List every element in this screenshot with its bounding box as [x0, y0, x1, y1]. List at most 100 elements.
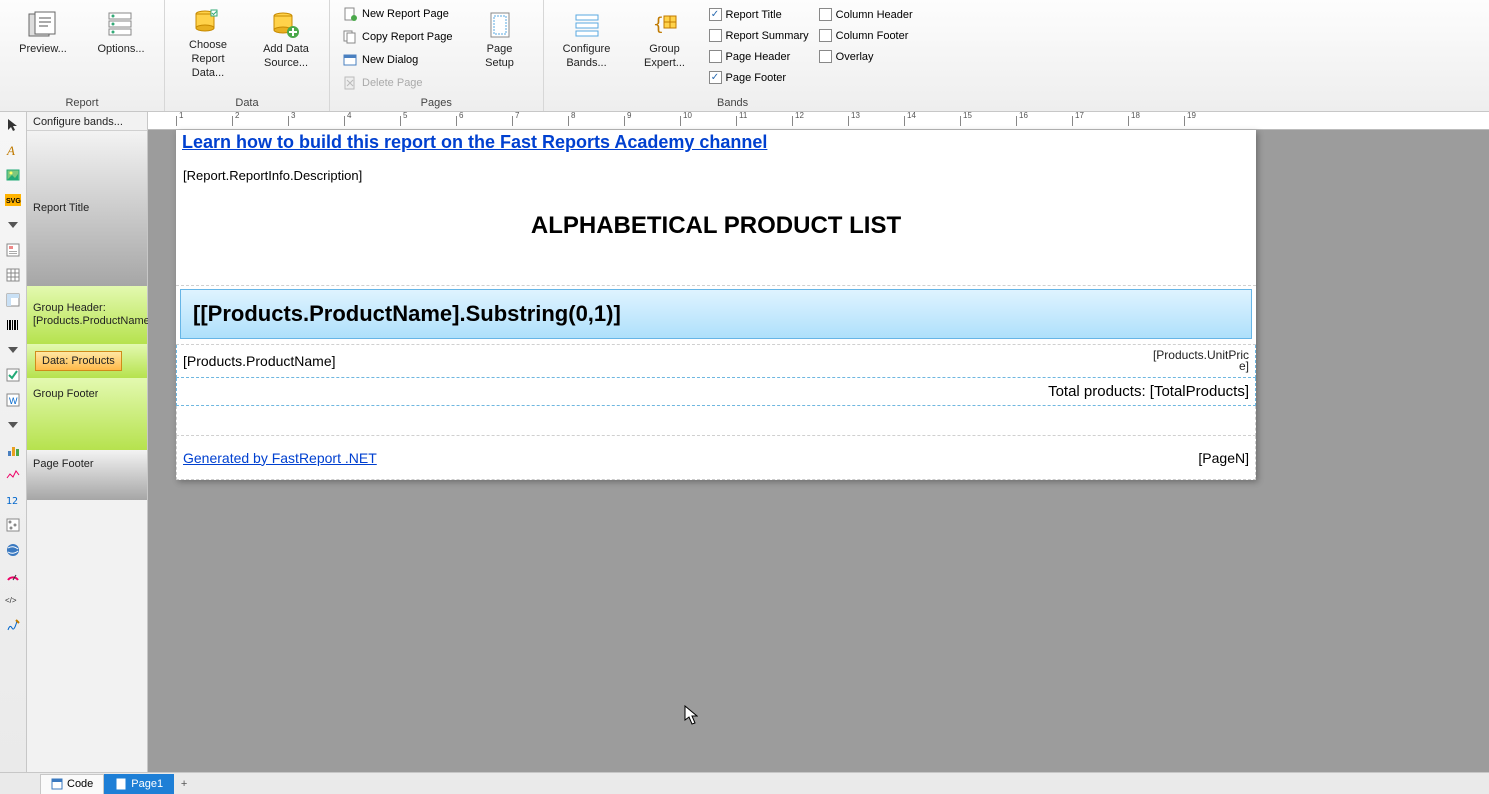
- dropdown-caret-icon[interactable]: [3, 340, 23, 360]
- choose-report-data-button[interactable]: Choose Report Data...: [171, 3, 245, 81]
- matrix-tool[interactable]: [3, 290, 23, 310]
- signature-tool[interactable]: [3, 615, 23, 635]
- tab-page1[interactable]: Page1: [104, 774, 174, 794]
- band-group-header[interactable]: Group Header: [Products.ProductName: [27, 286, 147, 344]
- heading-textbox[interactable]: ALPHABETICAL PRODUCT LIST: [182, 212, 1250, 240]
- picture-tool[interactable]: [3, 165, 23, 185]
- svg-text:12: 12: [6, 496, 18, 506]
- check-page-header[interactable]: Page Header: [706, 47, 812, 66]
- check-overlay[interactable]: Overlay: [816, 47, 916, 66]
- checkbox-tool[interactable]: [3, 365, 23, 385]
- database-icon: [191, 8, 225, 38]
- gauge-tool[interactable]: [3, 565, 23, 585]
- add-data-source-button[interactable]: Add Data Source...: [249, 3, 323, 81]
- new-report-page-label: New Report Page: [362, 8, 449, 20]
- svg-text:A: A: [6, 143, 15, 157]
- group-expert-icon: {: [648, 8, 682, 42]
- ribbon-group-pages: New Report Page Copy Report Page New Dia…: [330, 0, 544, 111]
- academy-link[interactable]: Learn how to build this report on the Fa…: [182, 132, 767, 152]
- new-dialog-label: New Dialog: [362, 54, 418, 66]
- svg-tool[interactable]: SVG: [3, 190, 23, 210]
- page-tab-icon: [115, 778, 127, 790]
- cellular-tool[interactable]: [3, 515, 23, 535]
- band-report-title[interactable]: Report Title: [27, 131, 147, 286]
- dropdown-caret-icon[interactable]: [3, 215, 23, 235]
- description-textbox[interactable]: [Report.ReportInfo.Description]: [182, 167, 1250, 184]
- new-report-page-button[interactable]: New Report Page: [336, 3, 459, 25]
- band-page-footer[interactable]: Page Footer: [27, 450, 147, 500]
- segment-data[interactable]: [Products.ProductName] [Products.UnitPri…: [176, 345, 1256, 378]
- check-report-summary[interactable]: Report Summary: [706, 26, 812, 45]
- design-surface[interactable]: ◂▸ 12345678910111213141516171819 Learn h…: [148, 112, 1489, 772]
- preview-button[interactable]: Preview...: [6, 3, 80, 81]
- map-tool[interactable]: [3, 540, 23, 560]
- pointer-tool[interactable]: [3, 115, 23, 135]
- delete-page-label: Delete Page: [362, 77, 423, 89]
- copy-report-page-button[interactable]: Copy Report Page: [336, 26, 459, 48]
- band-data-row[interactable]: Data: Products: [27, 344, 147, 378]
- report-page[interactable]: Learn how to build this report on the Fa…: [176, 130, 1256, 480]
- delete-page-button: Delete Page: [336, 72, 459, 94]
- options-button[interactable]: Options...: [84, 3, 158, 81]
- bands-check-col-2: Column Header Column Footer Overlay: [816, 3, 916, 66]
- check-column-header[interactable]: Column Header: [816, 5, 916, 24]
- checkbox-icon: [709, 8, 722, 21]
- text-tool[interactable]: A: [3, 140, 23, 160]
- richtext-tool[interactable]: W: [3, 390, 23, 410]
- bands-check-col-1: Report Title Report Summary Page Header …: [706, 3, 812, 87]
- code-tab-icon: [51, 778, 63, 790]
- segment-group-footer[interactable]: Total products: [TotalProducts]: [176, 378, 1256, 406]
- zipcode-tool[interactable]: 12: [3, 490, 23, 510]
- new-page-icon: [342, 6, 358, 22]
- add-page-tab[interactable]: +: [174, 778, 194, 790]
- options-icon: [104, 8, 138, 42]
- bands-panel: Configure bands... Report Title Group He…: [27, 112, 148, 772]
- group-header-textbox[interactable]: [[Products.ProductName].Substring(0,1)]: [180, 289, 1252, 339]
- segment-page-footer[interactable]: Generated by FastReport .NET [PageN]: [176, 436, 1256, 480]
- ruler-horizontal[interactable]: 12345678910111213141516171819: [148, 112, 1489, 130]
- barcode-tool[interactable]: [3, 315, 23, 335]
- html-tool[interactable]: </>: [3, 590, 23, 610]
- subreport-tool[interactable]: [3, 240, 23, 260]
- configure-bands-link[interactable]: Configure bands...: [27, 112, 147, 131]
- table-tool[interactable]: [3, 265, 23, 285]
- page-setup-label: Page Setup: [485, 42, 514, 70]
- copy-report-page-label: Copy Report Page: [362, 31, 453, 43]
- chart-tool[interactable]: [3, 440, 23, 460]
- check-report-title[interactable]: Report Title: [706, 5, 812, 24]
- checkbox-icon: [819, 8, 832, 21]
- page-n-textbox[interactable]: [PageN]: [1198, 450, 1249, 466]
- band-group-footer[interactable]: Group Footer: [27, 378, 147, 450]
- segment-report-title[interactable]: Learn how to build this report on the Fa…: [176, 130, 1256, 286]
- new-dialog-button[interactable]: New Dialog: [336, 49, 459, 71]
- preview-label: Preview...: [19, 42, 67, 56]
- check-page-footer[interactable]: Page Footer: [706, 68, 812, 87]
- dropdown-caret-icon[interactable]: [3, 415, 23, 435]
- sparkline-tool[interactable]: [3, 465, 23, 485]
- group-label-pages: Pages: [336, 97, 537, 111]
- group-label-data: Data: [171, 97, 323, 111]
- checkbox-icon: [819, 29, 832, 42]
- unit-price-textbox[interactable]: [Products.UnitPric e]: [1153, 350, 1249, 372]
- copy-page-icon: [342, 29, 358, 45]
- page-setup-button[interactable]: Page Setup: [463, 3, 537, 81]
- tab-code[interactable]: Code: [40, 774, 104, 794]
- group-expert-button[interactable]: { Group Expert...: [628, 3, 702, 81]
- total-products-textbox[interactable]: Total products: [TotalProducts]: [1048, 383, 1249, 400]
- segment-group-header[interactable]: [[Products.ProductName].Substring(0,1)]: [176, 289, 1256, 345]
- ribbon-group-bands: Configure Bands... { Group Expert... Rep…: [544, 0, 922, 111]
- check-column-footer[interactable]: Column Footer: [816, 26, 916, 45]
- cursor-icon: [684, 705, 698, 725]
- group-label-report: Report: [6, 97, 158, 111]
- new-dialog-icon: [342, 52, 358, 68]
- checkbox-icon: [709, 71, 722, 84]
- segment-spacer: [176, 406, 1256, 436]
- generated-by-link[interactable]: Generated by FastReport .NET: [183, 450, 377, 466]
- add-data-source-label: Add Data Source...: [263, 42, 309, 70]
- band-data-chip[interactable]: Data: Products: [35, 351, 122, 371]
- delete-page-icon: [342, 75, 358, 91]
- bottom-tabstrip: Code Page1 +: [0, 772, 1489, 794]
- svg-text:{: {: [653, 14, 664, 35]
- configure-bands-button[interactable]: Configure Bands...: [550, 3, 624, 81]
- product-name-textbox[interactable]: [Products.ProductName]: [183, 353, 336, 369]
